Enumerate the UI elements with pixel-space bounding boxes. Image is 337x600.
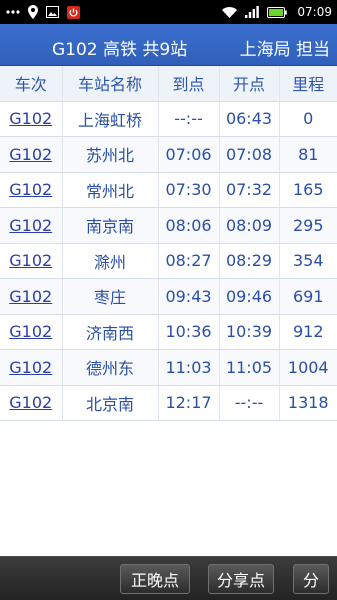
arrive-cell: 08:06 [158,207,220,244]
table-row: G102 上海虹桥 --:-- 06:43 0 [0,101,337,137]
arrive-cell: --:-- [158,101,220,137]
depart-cell: 07:08 [219,136,280,173]
distance-cell: 691 [279,278,337,315]
table-row: G102 常州北 07:30 07:32 165 [0,172,337,208]
header-depart: 开点 [219,66,280,102]
train-link[interactable]: G102 [9,145,52,164]
more-dots-icon [6,9,20,15]
late-status-button[interactable]: 正晚点 [120,564,190,594]
station-cell: 德州东 [62,349,159,386]
train-cell: G102 [0,172,63,208]
battery-icon [267,6,288,18]
train-cell: G102 [0,314,63,350]
train-link[interactable]: G102 [9,393,52,412]
header-train: 车次 [0,66,63,102]
title-bar: G102 高铁 共9站 上海局 担当 [0,24,337,66]
header-station: 车站名称 [62,66,159,102]
arrive-cell: 09:43 [158,278,220,315]
table-header-row: 车次 车站名称 到点 开点 里程 [0,66,337,102]
train-cell: G102 [0,243,63,279]
depart-cell: 10:39 [219,314,280,350]
distance-cell: 1004 [279,349,337,386]
train-cell: G102 [0,385,63,421]
status-bar-left [6,5,80,19]
distance-cell: 295 [279,207,337,244]
arrive-cell: 08:27 [158,243,220,279]
table-row: G102 南京南 08:06 08:09 295 [0,207,337,244]
station-cell: 常州北 [62,172,159,208]
wifi-icon [222,6,238,18]
train-link[interactable]: G102 [9,216,52,235]
depart-cell: 11:05 [219,349,280,386]
station-cell: 南京南 [62,207,159,244]
image-icon [46,6,59,18]
table-row: G102 济南西 10:36 10:39 912 [0,314,337,350]
arrive-cell: 11:03 [158,349,220,386]
table-row: G102 苏州北 07:06 07:08 81 [0,136,337,173]
content-blank-area [0,421,337,556]
table-row: G102 枣庄 09:43 09:46 691 [0,278,337,315]
distance-cell: 354 [279,243,337,279]
train-link[interactable]: G102 [9,251,52,270]
train-link[interactable]: G102 [9,287,52,306]
train-link[interactable]: G102 [9,180,52,199]
table-row: G102 滁州 08:27 08:29 354 [0,243,337,279]
schedule-table: 车次 车站名称 到点 开点 里程 G102 上海虹桥 --:-- 06:43 0… [0,66,337,421]
station-cell: 上海虹桥 [62,101,159,137]
location-icon [28,5,38,19]
depart-cell: 07:32 [219,172,280,208]
depart-cell: --:-- [219,385,280,421]
depart-cell: 06:43 [219,101,280,137]
train-link[interactable]: G102 [9,109,52,128]
power-icon [67,5,80,19]
train-cell: G102 [0,207,63,244]
distance-cell: 1318 [279,385,337,421]
signal-icon [245,6,260,18]
train-summary-title: G102 高铁 共9站 [52,40,188,60]
status-bar: 07:09 [0,0,337,24]
arrive-cell: 10:36 [158,314,220,350]
train-cell: G102 [0,136,63,173]
table-row: G102 德州东 11:03 11:05 1004 [0,349,337,386]
overflow-button[interactable]: 分 [293,564,329,594]
distance-cell: 912 [279,314,337,350]
arrive-cell: 07:06 [158,136,220,173]
header-distance: 里程 [279,66,337,102]
share-button[interactable]: 分享点 [208,564,274,594]
arrive-cell: 07:30 [158,172,220,208]
train-cell: G102 [0,278,63,315]
station-cell: 济南西 [62,314,159,350]
train-link[interactable]: G102 [9,322,52,341]
station-cell: 北京南 [62,385,159,421]
table-row: G102 北京南 12:17 --:-- 1318 [0,385,337,421]
depart-cell: 08:09 [219,207,280,244]
train-cell: G102 [0,101,63,137]
status-time: 07:09 [297,5,332,19]
distance-cell: 0 [279,101,337,137]
train-cell: G102 [0,349,63,386]
station-cell: 滁州 [62,243,159,279]
header-arrive: 到点 [158,66,220,102]
bottom-toolbar: 正晚点 分享点 分 [0,556,337,600]
arrive-cell: 12:17 [158,385,220,421]
train-link[interactable]: G102 [9,358,52,377]
depart-cell: 09:46 [219,278,280,315]
distance-cell: 165 [279,172,337,208]
depart-cell: 08:29 [219,243,280,279]
distance-cell: 81 [279,136,337,173]
station-cell: 苏州北 [62,136,159,173]
station-cell: 枣庄 [62,278,159,315]
status-bar-right: 07:09 [222,5,332,19]
bureau-label: 上海局 担当 [239,40,330,60]
